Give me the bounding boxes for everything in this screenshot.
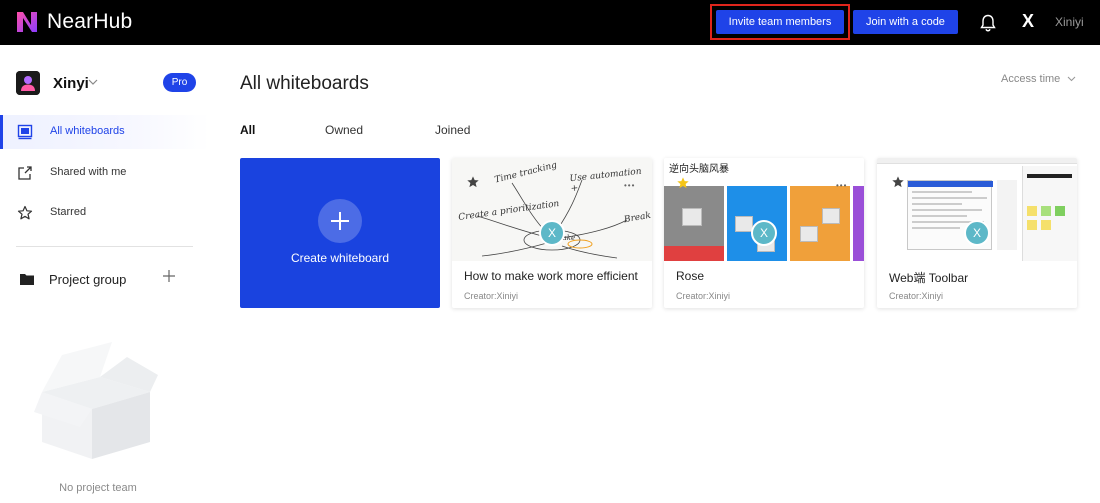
plus-icon: [318, 199, 362, 243]
tab-joined[interactable]: Joined: [435, 123, 470, 137]
whiteboard-title: Rose: [676, 269, 705, 283]
sidebar-item-all-whiteboards[interactable]: All whiteboards: [0, 115, 210, 149]
sidebar-item-shared-with-me[interactable]: Shared with me: [0, 156, 210, 190]
star-icon[interactable]: [676, 176, 690, 190]
share-icon: [18, 166, 32, 180]
empty-box-illustration-icon: [34, 342, 158, 459]
page-title: All whiteboards: [240, 73, 369, 94]
sidebar-item-label: All whiteboards: [50, 125, 125, 137]
thumb-panel: [1022, 166, 1077, 261]
main-content: All whiteboards Access time All Owned Jo…: [210, 45, 1100, 503]
sidebar-divider: [16, 246, 193, 247]
star-icon[interactable]: [891, 175, 905, 189]
nearhub-logo-icon[interactable]: [14, 8, 42, 36]
invite-team-members-button[interactable]: Invite team members: [716, 10, 844, 34]
user-avatar-initial[interactable]: X: [1022, 11, 1034, 32]
sidebar: Xinyi Pro All whiteboards Shared with me…: [0, 45, 210, 503]
invite-highlight-frame: Invite team members: [710, 4, 850, 40]
whiteboard-creator: Creator:Xiniyi: [676, 291, 731, 301]
sidebar-item-label: Shared with me: [50, 166, 127, 178]
pro-badge: Pro: [163, 73, 196, 92]
collaborator-avatar: X: [751, 220, 777, 246]
more-options-icon[interactable]: •••: [836, 181, 847, 190]
notification-bell-icon[interactable]: [978, 13, 998, 33]
whiteboard-creator: Creator:Xiniyi: [889, 291, 944, 301]
more-options-icon[interactable]: •••: [624, 181, 635, 190]
chevron-down-icon[interactable]: [1067, 75, 1076, 82]
whiteboard-card[interactable]: Time tracking Use automation + Create a …: [452, 158, 652, 308]
no-project-team-text: No project team: [59, 482, 137, 494]
whiteboard-creator: Creator:Xiniyi: [464, 291, 519, 301]
thumb-column: [853, 186, 864, 261]
active-indicator: [0, 115, 3, 149]
tab-owned[interactable]: Owned: [325, 123, 363, 137]
whiteboard-icon: [17, 124, 33, 140]
sort-dropdown[interactable]: Access time: [1001, 73, 1060, 85]
thumb-document: [997, 180, 1017, 250]
chevron-down-icon[interactable]: [88, 78, 98, 86]
header-username[interactable]: Xiniyi: [1055, 15, 1084, 29]
thumb-column: [664, 186, 724, 246]
workspace-name[interactable]: Xinyi: [53, 75, 89, 92]
whiteboard-card[interactable]: X Web端 Toolbar Creator:Xiniyi: [877, 158, 1077, 308]
thumb-column: [790, 186, 850, 261]
create-whiteboard-card[interactable]: Create whiteboard: [240, 158, 440, 308]
collaborator-avatar: X: [539, 220, 565, 246]
thumb-text: 逆向头脑风暴: [669, 164, 729, 175]
folder-icon: [20, 274, 34, 285]
add-project-group-icon[interactable]: [162, 269, 176, 283]
whiteboard-card[interactable]: 逆向头脑风暴 ••• X Rose Creator:Xiniyi: [664, 158, 864, 308]
workspace-avatar[interactable]: [16, 71, 40, 95]
collaborator-avatar: X: [964, 220, 990, 246]
join-with-code-button[interactable]: Join with a code: [853, 10, 958, 34]
top-bar: NearHub Invite team members Join with a …: [0, 0, 1100, 45]
person-icon: [16, 71, 40, 95]
sidebar-item-label: Starred: [50, 206, 87, 218]
project-group-label[interactable]: Project group: [49, 272, 126, 287]
thumb-column: [664, 246, 724, 261]
thumb-toolbar: [877, 158, 1077, 164]
star-icon: [17, 205, 33, 220]
create-whiteboard-label: Create whiteboard: [290, 251, 390, 265]
sidebar-item-starred[interactable]: Starred: [0, 196, 210, 230]
whiteboard-title: How to make work more efficient: [464, 269, 638, 283]
whiteboard-title: Web端 Toolbar: [889, 271, 969, 285]
tab-all[interactable]: All: [240, 123, 255, 137]
star-icon[interactable]: [466, 175, 480, 189]
brand-name: NearHub: [47, 10, 133, 33]
